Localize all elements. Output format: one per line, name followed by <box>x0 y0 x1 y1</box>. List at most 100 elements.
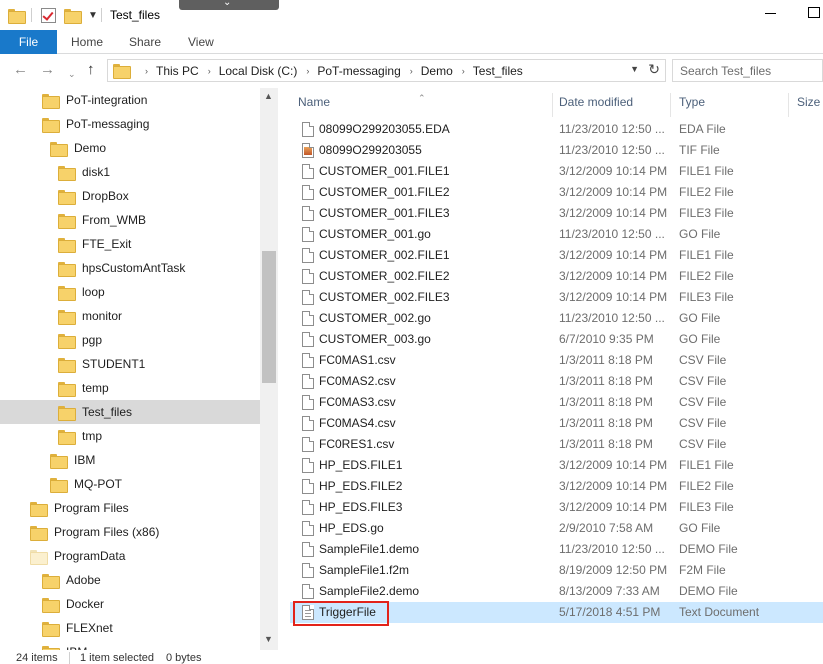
tree-item[interactable]: Program Files (x86) <box>0 520 260 544</box>
file-row[interactable]: HP_EDS.FILE3 3/12/2009 10:14 PM FILE3 File <box>290 497 823 518</box>
file-row[interactable]: 08099O299203055 11/23/2010 12:50 ... TIF F… <box>290 140 823 161</box>
breadcrumb-separator-icon[interactable]: › <box>208 66 211 76</box>
tree-item[interactable]: Docker <box>0 592 260 616</box>
column-header-size[interactable]: Size <box>789 93 823 117</box>
breadcrumb-item[interactable]: PoT-messaging <box>317 64 400 78</box>
tree-item[interactable]: FLEXnet <box>0 616 260 640</box>
navigation-scrollbar[interactable]: ▲ ▼ <box>260 88 278 650</box>
file-row[interactable]: HP_EDS.go 2/9/2010 7:58 AM GO File <box>290 518 823 539</box>
tree-item[interactable]: PoT-messaging <box>0 112 260 136</box>
breadcrumb-separator-icon[interactable]: › <box>410 66 413 76</box>
file-row[interactable]: CUSTOMER_002.FILE2 3/12/2009 10:14 PM FILE… <box>290 266 823 287</box>
file-row[interactable]: 08099O299203055.EDA 11/23/2010 12:50 ... E… <box>290 119 823 140</box>
file-row[interactable]: CUSTOMER_002.go 11/23/2010 12:50 ... GO Fi… <box>290 308 823 329</box>
file-row[interactable]: SampleFile1.demo 11/23/2010 12:50 ... DEMO… <box>290 539 823 560</box>
file-row[interactable]: CUSTOMER_003.go 6/7/2010 9:35 PM GO File <box>290 329 823 350</box>
tab-home[interactable]: Home <box>71 30 103 54</box>
scrollbar-thumb[interactable] <box>262 251 276 383</box>
tree-item[interactable]: IBM <box>0 640 260 650</box>
recent-locations-chevron-icon[interactable]: ⌄ <box>68 66 76 82</box>
file-row[interactable]: FC0MAS1.csv 1/3/2011 8:18 PM CSV File <box>290 350 823 371</box>
file-date-modified: 11/23/2010 12:50 ... <box>559 143 665 157</box>
breadcrumb-item[interactable]: Local Disk (C:) <box>219 64 298 78</box>
file-row[interactable]: CUSTOMER_001.FILE3 3/12/2009 10:14 PM FILE… <box>290 203 823 224</box>
tree-item[interactable]: Adobe <box>0 568 260 592</box>
file-row[interactable]: FC0MAS4.csv 1/3/2011 8:18 PM CSV File <box>290 413 823 434</box>
new-folder-icon[interactable] <box>64 6 82 24</box>
scroll-up-arrow-icon[interactable]: ▲ <box>264 91 273 101</box>
file-row[interactable]: FC0MAS2.csv 1/3/2011 8:18 PM CSV File <box>290 371 823 392</box>
tree-item[interactable]: monitor <box>0 304 260 328</box>
file-type: FILE2 File <box>679 479 734 493</box>
file-name: CUSTOMER_001.go <box>319 227 431 241</box>
tree-item-label: ProgramData <box>54 549 126 563</box>
tree-item[interactable]: temp <box>0 376 260 400</box>
tree-item[interactable]: STUDENT1 <box>0 352 260 376</box>
file-type: F2M File <box>679 563 726 577</box>
minimize-button[interactable] <box>764 6 778 20</box>
tree-item[interactable]: Demo <box>0 136 260 160</box>
file-row[interactable]: FC0MAS3.csv 1/3/2011 8:18 PM CSV File <box>290 392 823 413</box>
address-dropdown-chevron-icon[interactable]: ▼ <box>630 64 639 74</box>
tree-item-label: monitor <box>82 309 123 323</box>
tree-item-label: temp <box>82 381 109 395</box>
tree-item[interactable]: From_WMB <box>0 208 260 232</box>
file-row[interactable]: CUSTOMER_002.FILE1 3/12/2009 10:14 PM FILE… <box>290 245 823 266</box>
breadcrumb-item[interactable]: Demo <box>421 64 453 78</box>
file-row[interactable]: SampleFile2.demo 8/13/2009 7:33 AM DEMO Fi… <box>290 581 823 602</box>
file-row[interactable]: HP_EDS.FILE2 3/12/2009 10:14 PM FILE2 File <box>290 476 823 497</box>
search-input[interactable]: Search Test_files <box>672 59 823 82</box>
column-header-name[interactable]: Name ⌃ <box>290 93 553 117</box>
file-row[interactable]: CUSTOMER_001.FILE2 3/12/2009 10:14 PM FILE… <box>290 182 823 203</box>
maximize-button[interactable] <box>808 7 820 18</box>
breadcrumb-item[interactable]: This PC <box>156 64 199 78</box>
tree-item[interactable]: MQ-POT <box>0 472 260 496</box>
up-arrow-icon[interactable]: ↑ <box>87 62 95 78</box>
tree-item[interactable]: tmp <box>0 424 260 448</box>
tree-item[interactable]: ProgramData <box>0 544 260 568</box>
breadcrumb-separator-icon[interactable]: › <box>145 66 148 76</box>
tree-item[interactable]: pgp <box>0 328 260 352</box>
forward-arrow-icon[interactable]: → <box>40 62 55 78</box>
file-row[interactable]: SampleFile1.f2m 8/19/2009 12:50 PM F2M Fil… <box>290 560 823 581</box>
refresh-icon[interactable]: ↻ <box>648 61 660 78</box>
file-row[interactable]: FC0RES1.csv 1/3/2011 8:18 PM CSV File <box>290 434 823 455</box>
tree-item[interactable]: hpsCustomAntTask <box>0 256 260 280</box>
tree-item[interactable]: Program Files <box>0 496 260 520</box>
file-row[interactable]: TriggerFile 5/17/2018 4:51 PM Text Documen… <box>290 601 823 626</box>
tree-item[interactable]: PoT-integration <box>0 88 260 112</box>
tree-item[interactable]: IBM <box>0 448 260 472</box>
breadcrumb-item[interactable]: Test_files <box>473 64 523 78</box>
scroll-down-arrow-icon[interactable]: ▼ <box>264 634 273 644</box>
folder-icon <box>8 6 26 24</box>
file-icon <box>302 122 314 137</box>
customize-toolbar-chevron-icon[interactable]: ▼ <box>88 6 98 24</box>
breadcrumb-separator-icon[interactable]: › <box>462 66 465 76</box>
tree-item[interactable]: Test_files <box>0 400 260 424</box>
folder-icon <box>58 381 76 397</box>
file-row[interactable]: CUSTOMER_001.FILE1 3/12/2009 10:14 PM FILE… <box>290 161 823 182</box>
tree-item-label: loop <box>82 285 105 299</box>
file-icon <box>302 563 314 578</box>
tab-view[interactable]: View <box>188 30 214 54</box>
folder-icon <box>58 357 76 373</box>
tab-file[interactable]: File <box>0 30 57 54</box>
ribbon-expand-button[interactable]: ⌄ <box>179 0 279 10</box>
back-arrow-icon[interactable]: ← <box>13 62 28 78</box>
file-row[interactable]: CUSTOMER_001.go 11/23/2010 12:50 ... GO Fi… <box>290 224 823 245</box>
breadcrumb-separator-icon[interactable]: › <box>306 66 309 76</box>
tree-item[interactable]: DropBox <box>0 184 260 208</box>
folder-icon <box>58 237 76 253</box>
tree-item[interactable]: loop <box>0 280 260 304</box>
tree-item[interactable]: FTE_Exit <box>0 232 260 256</box>
file-date-modified: 2/9/2010 7:58 AM <box>559 521 654 535</box>
image-file-icon <box>302 143 314 158</box>
file-row[interactable]: HP_EDS.FILE1 3/12/2009 10:14 PM FILE1 File <box>290 455 823 476</box>
address-bar[interactable]: › This PC › Local Disk (C:) › PoT-messaging › D… <box>107 59 666 82</box>
file-row[interactable]: CUSTOMER_002.FILE3 3/12/2009 10:14 PM FILE… <box>290 287 823 308</box>
properties-check-icon[interactable] <box>41 6 56 24</box>
tab-share[interactable]: Share <box>129 30 161 54</box>
column-header-type[interactable]: Type <box>671 93 789 117</box>
tree-item[interactable]: disk1 <box>0 160 260 184</box>
column-header-date[interactable]: Date modified <box>551 93 671 117</box>
